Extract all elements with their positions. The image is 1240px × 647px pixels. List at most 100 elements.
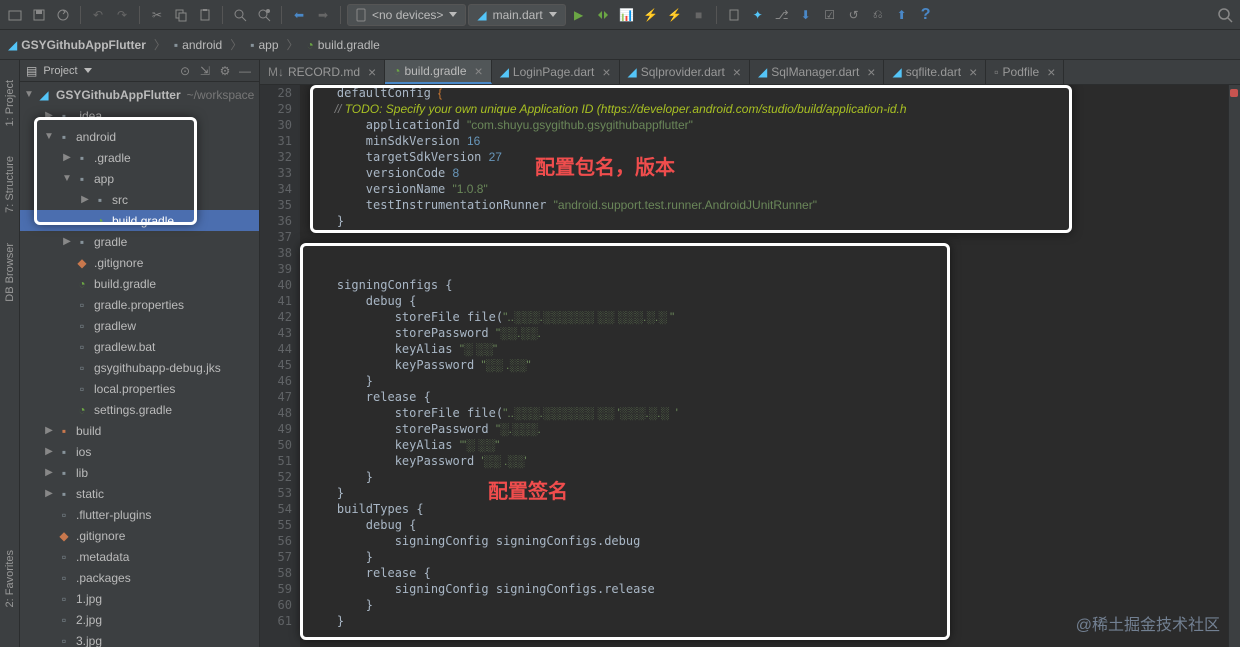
- tree-item[interactable]: ▫3.jpg: [20, 630, 259, 647]
- debug-icon[interactable]: [592, 4, 614, 26]
- editor-tab[interactable]: ◔build.gradle×: [385, 60, 491, 84]
- revert-icon[interactable]: ⎌: [867, 4, 889, 26]
- hot-restart-icon[interactable]: ⚡: [664, 4, 686, 26]
- code-editor[interactable]: defaultConfig { // TODO: Specify your ow…: [300, 85, 1228, 647]
- tree-item[interactable]: ▶▪build: [20, 420, 259, 441]
- db-browser-tool-tab[interactable]: DB Browser: [4, 243, 16, 302]
- close-icon[interactable]: ×: [475, 63, 483, 79]
- chevron-down-icon[interactable]: [84, 68, 92, 73]
- tree-item[interactable]: ▶▪gradle: [20, 231, 259, 252]
- flutter-inspector-icon[interactable]: ✦: [747, 4, 769, 26]
- commit-icon[interactable]: ☑: [819, 4, 841, 26]
- breadcrumb-item[interactable]: ◔ build.gradle: [307, 38, 380, 52]
- favorites-tool-tab[interactable]: 2: Favorites: [4, 550, 16, 607]
- search-everywhere-icon[interactable]: [1214, 4, 1236, 26]
- tree-item[interactable]: ▫1.jpg: [20, 588, 259, 609]
- sync-icon[interactable]: [52, 4, 74, 26]
- close-icon[interactable]: ×: [969, 64, 977, 80]
- editor-tab[interactable]: ◢LoginPage.dart×: [492, 60, 620, 84]
- collapse-icon[interactable]: ⇲: [197, 63, 213, 79]
- tree-root[interactable]: ▼ ◢ GSYGithubAppFlutter ~/workspace: [20, 84, 259, 105]
- project-tool-tab[interactable]: 1: Project: [4, 80, 16, 126]
- tree-item[interactable]: ▶▪.gradle: [20, 147, 259, 168]
- gradle-icon: ◔: [307, 38, 314, 52]
- error-stripe[interactable]: [1228, 85, 1240, 647]
- close-icon[interactable]: ×: [1047, 64, 1055, 80]
- update-icon[interactable]: ⬇: [795, 4, 817, 26]
- line-gutter: 28 29 30 31 32 33 34 35 36 37 38 39 40 4…: [260, 85, 300, 647]
- device-selector[interactable]: <no devices>: [347, 4, 466, 26]
- replace-icon[interactable]: [253, 4, 275, 26]
- save-icon[interactable]: [28, 4, 50, 26]
- undo-icon[interactable]: ↶: [87, 4, 109, 26]
- project-sidebar: ▤ Project ⊙ ⇲ ⚙ — ▼ ◢ GSYGithubAppFlutte…: [20, 60, 260, 647]
- breadcrumb-item[interactable]: ▪ app: [250, 38, 278, 52]
- tree-item[interactable]: ▼▪app: [20, 168, 259, 189]
- editor-tab[interactable]: ◢Sqlprovider.dart×: [620, 60, 750, 84]
- open-icon[interactable]: [4, 4, 26, 26]
- tree-item[interactable]: ▶▪ios: [20, 441, 259, 462]
- hide-icon[interactable]: —: [237, 63, 253, 79]
- tree-item[interactable]: ▶▪src: [20, 189, 259, 210]
- close-icon[interactable]: ×: [867, 64, 875, 80]
- structure-tool-tab[interactable]: 7: Structure: [4, 156, 16, 213]
- editor-area: M↓RECORD.md×◔build.gradle×◢LoginPage.dar…: [260, 60, 1240, 647]
- tree-item[interactable]: ◔settings.gradle: [20, 399, 259, 420]
- redo-icon[interactable]: ↷: [111, 4, 133, 26]
- breadcrumb-root[interactable]: ◢ GSYGithubAppFlutter: [8, 38, 146, 52]
- breadcrumb-item[interactable]: ▪ android: [174, 38, 222, 52]
- tree-item[interactable]: ◆.gitignore: [20, 252, 259, 273]
- cut-icon[interactable]: ✂: [146, 4, 168, 26]
- attach-icon[interactable]: [723, 4, 745, 26]
- copy-icon[interactable]: [170, 4, 192, 26]
- tree-item[interactable]: ▶▪.idea: [20, 105, 259, 126]
- find-icon[interactable]: [229, 4, 251, 26]
- settings-icon[interactable]: ⚙: [217, 63, 233, 79]
- history-icon[interactable]: ↺: [843, 4, 865, 26]
- tree-item[interactable]: ▶▪static: [20, 483, 259, 504]
- run-icon[interactable]: ▶: [568, 4, 590, 26]
- tree-item[interactable]: ◔build.gradle: [20, 210, 259, 231]
- back-icon[interactable]: ⬅: [288, 4, 310, 26]
- editor-tabs: M↓RECORD.md×◔build.gradle×◢LoginPage.dar…: [260, 60, 1240, 85]
- profile-icon[interactable]: 📊: [616, 4, 638, 26]
- left-tool-gutter: 1: Project 7: Structure DB Browser 2: Fa…: [0, 60, 20, 647]
- project-tree[interactable]: ▼ ◢ GSYGithubAppFlutter ~/workspace ▶▪.i…: [20, 82, 259, 647]
- tree-item[interactable]: ▫gradle.properties: [20, 294, 259, 315]
- push-icon[interactable]: ⬆: [891, 4, 913, 26]
- tree-item[interactable]: ▫gradlew: [20, 315, 259, 336]
- tree-item[interactable]: ▫gradlew.bat: [20, 336, 259, 357]
- tree-item[interactable]: ▫2.jpg: [20, 609, 259, 630]
- editor-tab[interactable]: ▫Podfile×: [986, 60, 1064, 84]
- tree-item[interactable]: ▫.metadata: [20, 546, 259, 567]
- editor-tab[interactable]: ◢sqflite.dart×: [884, 60, 986, 84]
- paste-icon[interactable]: [194, 4, 216, 26]
- close-icon[interactable]: ×: [368, 64, 376, 80]
- folder-icon: ▪: [250, 38, 254, 52]
- folder-icon: ▪: [174, 38, 178, 52]
- hot-reload-icon[interactable]: ⚡: [640, 4, 662, 26]
- tree-item[interactable]: ◔build.gradle: [20, 273, 259, 294]
- stop-icon[interactable]: ■: [688, 4, 710, 26]
- tree-item[interactable]: ▫local.properties: [20, 378, 259, 399]
- flutter-icon: ◢: [8, 38, 17, 52]
- error-marker[interactable]: [1230, 89, 1238, 97]
- close-icon[interactable]: ×: [733, 64, 741, 80]
- tree-item[interactable]: ▫gsygithubapp-debug.jks: [20, 357, 259, 378]
- tree-item[interactable]: ▶▪lib: [20, 462, 259, 483]
- run-target-selector[interactable]: ◢ main.dart: [468, 4, 565, 26]
- forward-icon[interactable]: ➡: [312, 4, 334, 26]
- project-view-icon: ▤: [26, 64, 37, 78]
- sidebar-title: Project: [43, 65, 77, 77]
- close-icon[interactable]: ×: [602, 64, 610, 80]
- chevron-down-icon: [549, 12, 557, 17]
- tree-item[interactable]: ▼▪android: [20, 126, 259, 147]
- help-icon[interactable]: ?: [915, 4, 937, 26]
- tree-item[interactable]: ◆.gitignore: [20, 525, 259, 546]
- target-icon[interactable]: ⊙: [177, 63, 193, 79]
- editor-tab[interactable]: ◢SqlManager.dart×: [750, 60, 884, 84]
- tree-item[interactable]: ▫.packages: [20, 567, 259, 588]
- editor-tab[interactable]: M↓RECORD.md×: [260, 60, 385, 84]
- vcs-icon[interactable]: ⎇: [771, 4, 793, 26]
- tree-item[interactable]: ▫.flutter-plugins: [20, 504, 259, 525]
